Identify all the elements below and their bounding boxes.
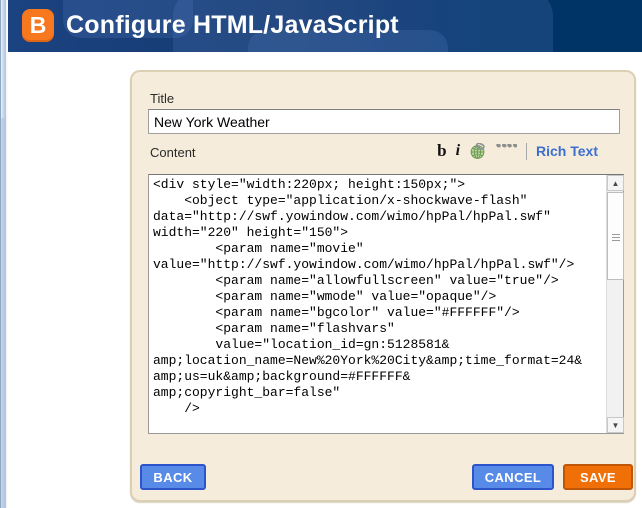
blogger-logo-icon: B bbox=[22, 9, 54, 42]
bold-icon[interactable]: b bbox=[437, 141, 446, 161]
dialog-header: B Configure HTML/JavaScript bbox=[8, 0, 642, 52]
cancel-button[interactable]: CANCEL bbox=[472, 464, 554, 490]
save-button[interactable]: SAVE bbox=[563, 464, 633, 490]
italic-icon[interactable]: i bbox=[456, 142, 460, 160]
window-frame-edge bbox=[0, 0, 8, 508]
content-field-label: Content bbox=[150, 145, 196, 160]
toolbar-separator bbox=[526, 143, 527, 160]
rich-text-link[interactable]: Rich Text bbox=[536, 143, 598, 159]
scrollbar-grip bbox=[612, 234, 620, 241]
window-frame-scroll-thumb bbox=[1, 118, 6, 508]
scroll-up-icon[interactable]: ▲ bbox=[607, 175, 624, 191]
title-input[interactable] bbox=[148, 109, 620, 134]
blockquote-icon[interactable]: ““ bbox=[495, 144, 517, 158]
configure-html-javascript-dialog: B Configure HTML/JavaScript Title Conten… bbox=[0, 0, 642, 508]
dialog-title: Configure HTML/JavaScript bbox=[66, 11, 399, 40]
widget-config-panel: Title Content b i ““ Rich Text ▲ bbox=[130, 70, 636, 502]
content-editor: ▲ ▼ bbox=[148, 174, 624, 434]
scroll-down-icon[interactable]: ▼ bbox=[607, 417, 624, 433]
content-scrollbar[interactable]: ▲ ▼ bbox=[606, 175, 623, 433]
scrollbar-thumb[interactable] bbox=[607, 192, 624, 280]
back-button[interactable]: BACK bbox=[140, 464, 206, 490]
title-field-label: Title bbox=[150, 91, 174, 106]
insert-link-globe-icon[interactable] bbox=[469, 143, 486, 160]
content-textarea[interactable] bbox=[149, 175, 605, 433]
content-toolbar: b i ““ Rich Text bbox=[437, 140, 598, 162]
